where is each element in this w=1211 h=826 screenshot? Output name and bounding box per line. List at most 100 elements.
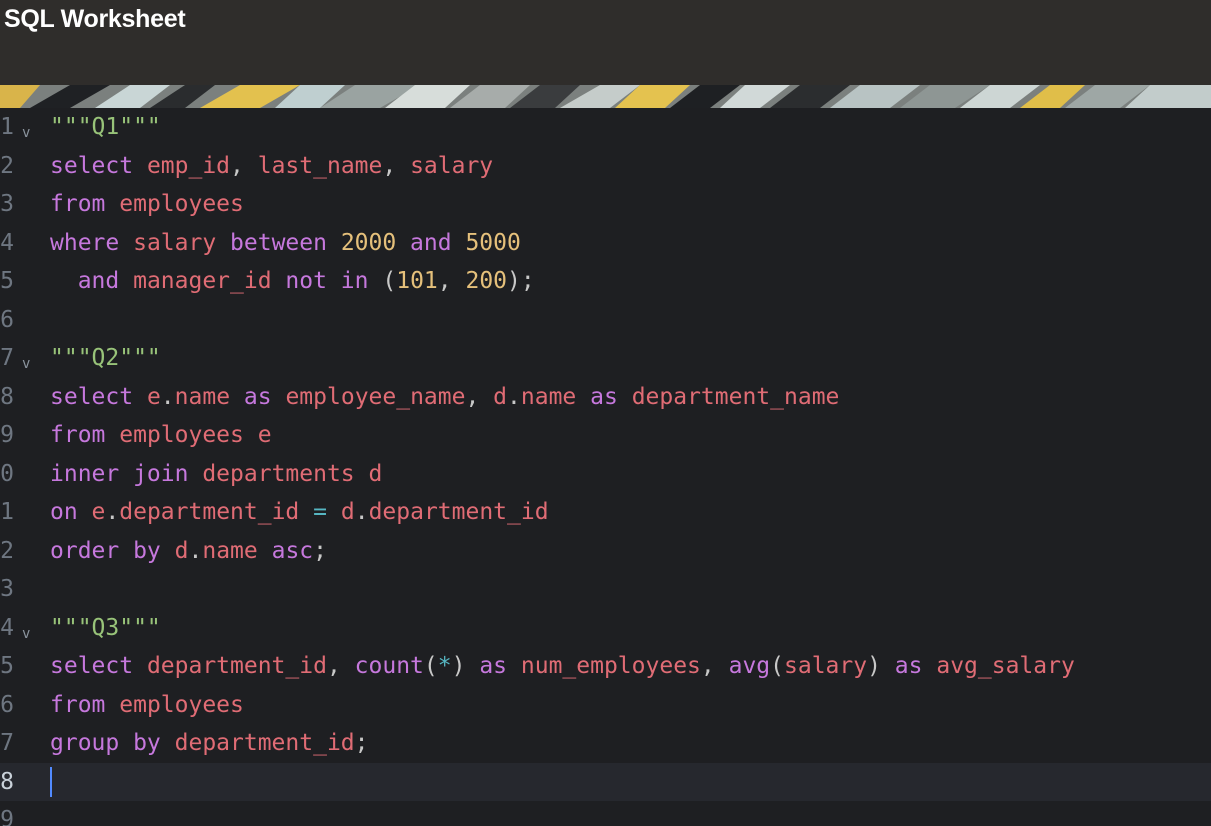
code-token: manager_id — [133, 268, 286, 294]
code-token: select — [50, 653, 147, 679]
header-banner-image — [0, 85, 1211, 108]
line-number: 5 — [0, 268, 14, 294]
code-token: avg — [728, 653, 771, 679]
code-token: not in — [285, 268, 383, 294]
line-number: 8 — [0, 383, 14, 410]
code-token: select — [50, 152, 147, 179]
code-token: . — [188, 537, 203, 564]
code-text: group by department_id; — [50, 724, 369, 762]
line-number: 9 — [0, 807, 14, 826]
code-line[interactable]: 1 v """Q1""" — [0, 108, 1211, 146]
code-token: , — [437, 268, 466, 294]
code-token: ) — [867, 653, 895, 679]
code-token: d — [174, 537, 189, 564]
line-number: 3 — [0, 191, 14, 217]
code-token: as — [479, 653, 521, 679]
code-token: ( — [770, 653, 784, 679]
code-token: """Q2""" — [50, 345, 161, 371]
code-token: , — [326, 653, 355, 679]
code-token: on — [50, 499, 92, 525]
code-text: from employees e — [50, 416, 272, 454]
code-line[interactable]: 4 v """Q3""" — [0, 609, 1211, 647]
code-token: , — [230, 152, 258, 179]
code-line[interactable]: 3 from employees — [0, 185, 1211, 223]
code-line[interactable]: 2 select emp_id, last_name, salary — [0, 147, 1211, 185]
code-line[interactable]: 2 order by d.name asc; — [0, 532, 1211, 570]
line-number: 2 — [0, 537, 14, 564]
line-number: 7 — [0, 730, 14, 756]
code-line[interactable]: 8 select e.name as employee_name, d.name … — [0, 378, 1211, 416]
line-number: 7 — [0, 345, 14, 371]
code-token: d — [493, 383, 508, 410]
line-number: 1 — [0, 499, 14, 525]
line-number: 0 — [0, 460, 14, 487]
line-number: 6 — [0, 691, 14, 718]
code-line[interactable]: 6 from employees — [0, 686, 1211, 724]
code-line[interactable]: 0 inner join departments d — [0, 455, 1211, 493]
title-bar: SQL Worksheet — [0, 0, 1211, 85]
line-number: 3 — [0, 576, 14, 602]
code-token: employees e — [119, 422, 272, 448]
code-token: count — [354, 653, 424, 679]
code-token: as — [894, 653, 937, 679]
line-number: 4 — [0, 229, 14, 256]
code-token: salary — [410, 152, 494, 179]
line-number: 9 — [0, 422, 14, 448]
code-token: and — [396, 229, 466, 256]
window-title: SQL Worksheet — [4, 5, 186, 33]
code-token: from — [50, 691, 120, 718]
line-number: 6 — [0, 306, 14, 333]
line-number: 2 — [0, 152, 14, 179]
code-token: department_id — [146, 653, 327, 679]
code-token: department_name — [631, 383, 840, 410]
code-token: salary — [784, 653, 868, 679]
code-text: and manager_id not in (101, 200); — [50, 262, 535, 300]
code-text: from employees — [50, 686, 244, 724]
code-token: name — [202, 537, 272, 564]
code-token: between — [230, 229, 341, 256]
code-token: ) — [451, 653, 480, 679]
code-text: select emp_id, last_name, salary — [50, 147, 493, 185]
code-line[interactable]: 9 from employees e — [0, 416, 1211, 454]
text-cursor — [50, 766, 52, 797]
code-token: d — [327, 499, 355, 525]
code-line[interactable]: 4 where salary between 2000 and 5000 — [0, 224, 1211, 262]
code-token: . — [160, 383, 175, 410]
code-token: department_id — [174, 730, 355, 756]
code-token: name — [174, 383, 244, 410]
code-line[interactable]: 8 — [0, 762, 1211, 801]
code-editor[interactable]: 1 v """Q1""" 2 select emp_id, last_name, sal… — [0, 108, 1211, 826]
code-line[interactable]: 6 — [0, 301, 1211, 339]
code-text: where salary between 2000 and 5000 — [50, 224, 521, 262]
line-number: 5 — [0, 653, 14, 679]
code-token: e — [91, 499, 106, 525]
line-number: 4 — [0, 614, 14, 641]
code-token: . — [105, 499, 120, 525]
code-text: select department_id, count(*) as num_em… — [50, 647, 1075, 685]
code-token: 101 — [396, 268, 438, 294]
code-text: """Q1""" — [50, 108, 161, 146]
code-line[interactable]: 7 v """Q2""" — [0, 339, 1211, 377]
code-line[interactable]: 5 select department_id, count(*) as num_e… — [0, 647, 1211, 685]
code-token: as — [243, 383, 286, 410]
code-token: * — [437, 653, 452, 679]
code-line[interactable]: 7 group by department_id; — [0, 724, 1211, 762]
code-token: ; — [354, 730, 369, 756]
code-text: """Q2""" — [50, 339, 161, 377]
code-token: employees — [119, 691, 244, 718]
code-token: and — [77, 268, 134, 294]
code-line[interactable]: 1 on e.department_id = d.department_id — [0, 493, 1211, 531]
code-token: . — [507, 383, 521, 410]
code-token: departments d — [202, 460, 383, 487]
code-line[interactable]: 9 — [0, 801, 1211, 826]
code-token: from — [50, 191, 120, 217]
code-token: from — [50, 422, 120, 448]
code-line[interactable]: 3 — [0, 570, 1211, 608]
code-text: order by d.name asc; — [50, 532, 327, 570]
code-token: 2000 — [340, 229, 397, 256]
code-line[interactable]: 5 and manager_id not in (101, 200); — [0, 262, 1211, 300]
code-token: , — [700, 653, 729, 679]
code-token: 200 — [465, 268, 508, 294]
code-token: ; — [313, 537, 327, 564]
